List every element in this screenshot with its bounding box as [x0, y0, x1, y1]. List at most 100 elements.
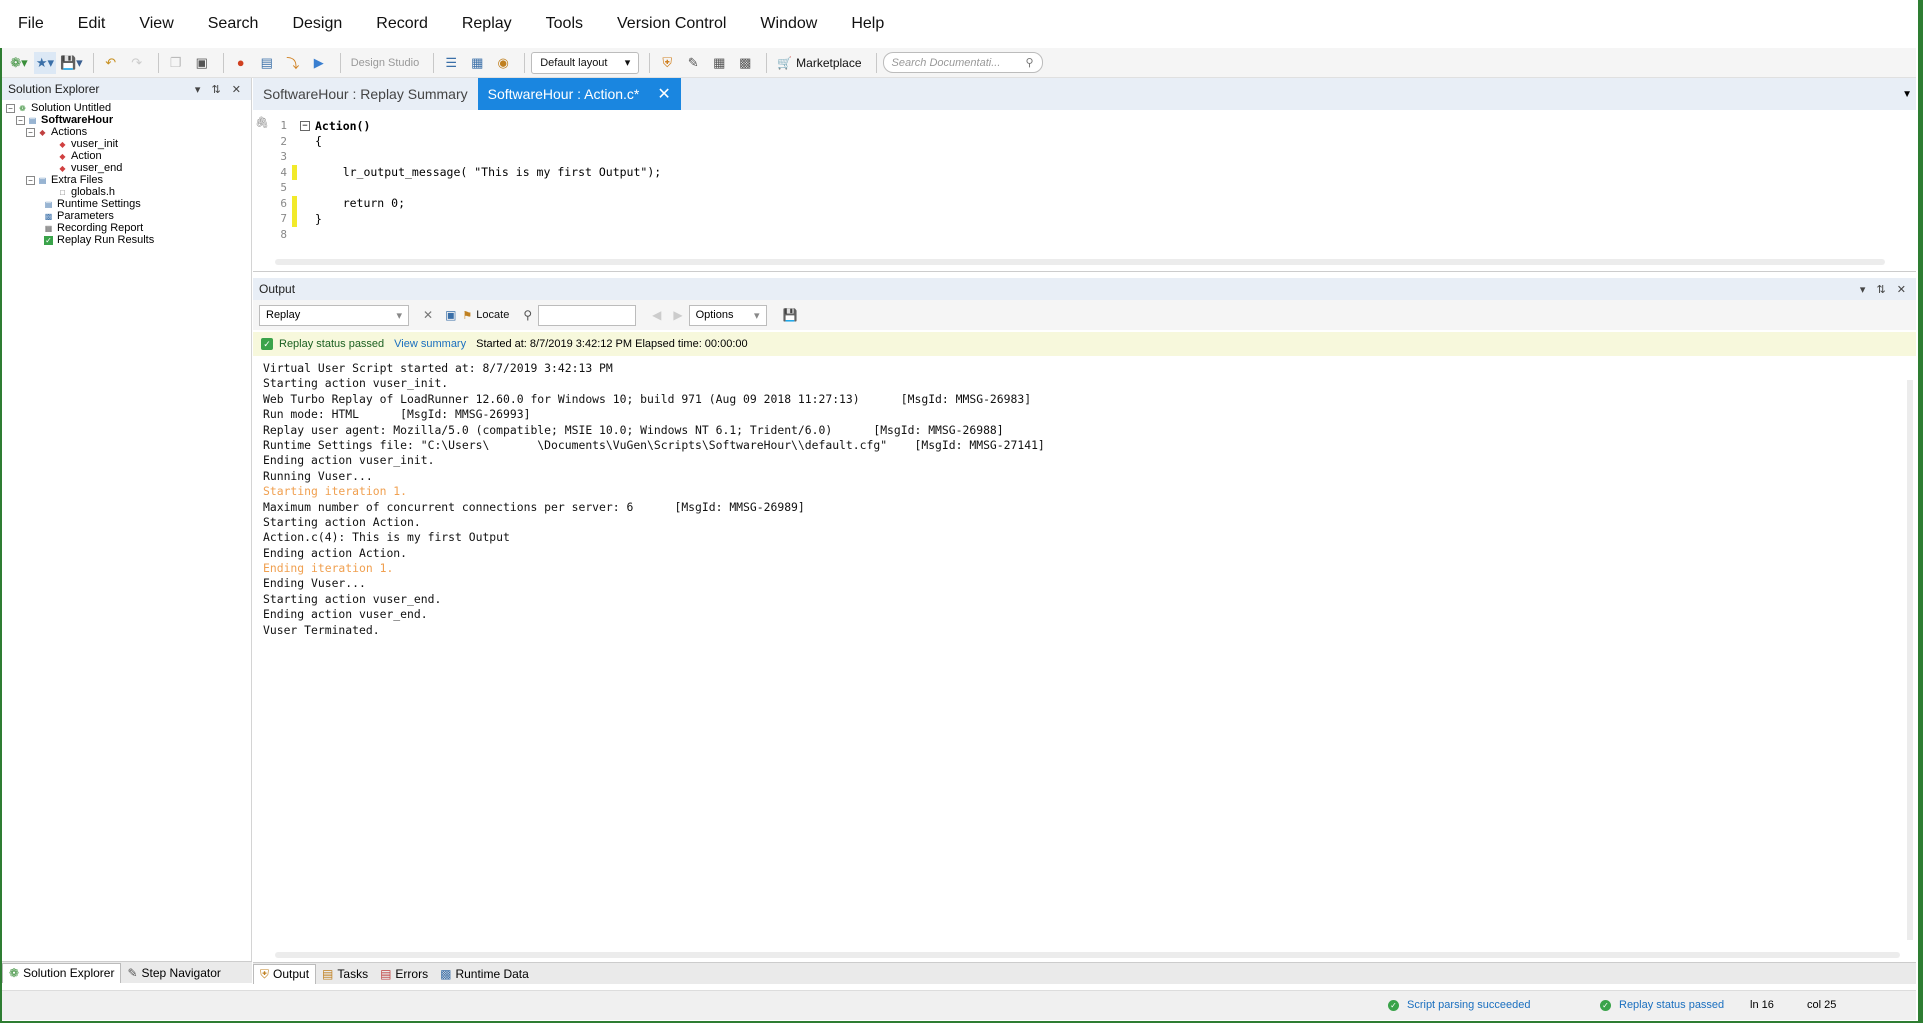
clear-icon[interactable]: ✕: [423, 308, 433, 322]
panel-controls[interactable]: ▾ ⇅ ✕: [1860, 283, 1910, 296]
locate-button[interactable]: ⚑ Locate: [462, 309, 509, 322]
output-log[interactable]: Virtual User Script started at: 8/7/2019…: [263, 361, 1903, 638]
tab-tasks[interactable]: ▤ Tasks: [316, 964, 374, 984]
editor-horizontal-scrollbar[interactable]: [275, 259, 1885, 265]
menu-version-control[interactable]: Version Control: [617, 15, 726, 33]
menu-help[interactable]: Help: [851, 15, 884, 33]
tree-node-recording-report[interactable]: ▦ Recording Report: [6, 222, 247, 234]
locate-icon: ⚑: [462, 309, 473, 322]
code-editor[interactable]: 🖇 1 2 3 4 5 6 7 8 − Action() { lr_output…: [253, 110, 1916, 272]
menu-replay[interactable]: Replay: [462, 15, 512, 33]
tree-node-globals[interactable]: □ globals.h: [6, 186, 247, 198]
tree-node-extra-files[interactable]: − ▤ Extra Files: [6, 174, 247, 186]
chevron-down-icon: ▾: [624, 57, 631, 69]
log-line: Ending Vuser...: [263, 576, 366, 591]
search-documentation-input[interactable]: Search Documentati... ⚲: [882, 52, 1043, 73]
tree-node-replay-results[interactable]: ✓ Replay Run Results: [6, 234, 247, 246]
collapse-icon[interactable]: −: [26, 175, 35, 185]
tree-node-action[interactable]: ◆ Action: [6, 150, 247, 162]
shield-icon[interactable]: ⛨: [656, 52, 678, 74]
menu-design[interactable]: Design: [292, 15, 342, 33]
left-bottom-tabs: ❁ Solution Explorer ✎ Step Navigator: [2, 961, 252, 983]
previous-icon[interactable]: ◀: [652, 308, 661, 322]
new-solution-icon[interactable]: ❁▾: [8, 52, 30, 74]
tree-node-actions[interactable]: − ◆ Actions: [6, 126, 247, 138]
parsing-status-text[interactable]: Script parsing succeeded: [1407, 999, 1531, 1011]
tree-label: Replay Run Results: [57, 234, 155, 246]
replay-step-icon[interactable]: ⤵: [282, 52, 304, 74]
tab-overflow-icon[interactable]: ▼: [1902, 89, 1912, 100]
collapse-icon[interactable]: −: [26, 127, 35, 137]
snapshot-icon[interactable]: ▦: [466, 52, 488, 74]
tree-node-solution[interactable]: − ❁ Solution Untitled: [6, 102, 247, 114]
main-toolbar: ❁▾ ★▾ 💾▾ ↶ ↷ ❐ ▣ ● ▤ ⤵ ▶ Design Studio ☰…: [2, 48, 1916, 78]
search-placeholder: Search Documentati...: [891, 56, 1001, 69]
collapse-icon[interactable]: −: [6, 103, 15, 113]
marketplace-button[interactable]: 🛒 Marketplace: [773, 52, 865, 74]
line-number-changed: 7: [253, 211, 297, 227]
outline-icon[interactable]: ☰: [440, 52, 462, 74]
view-summary-link[interactable]: View summary: [394, 338, 466, 350]
close-icon[interactable]: ✕: [657, 84, 670, 104]
file-icon: □: [60, 187, 65, 197]
tab-step-navigator[interactable]: ✎ Step Navigator: [121, 963, 226, 983]
menu-edit[interactable]: Edit: [78, 15, 106, 33]
line-number-text: ln 16: [1750, 999, 1774, 1011]
tree-node-runtime-settings[interactable]: ▤ Runtime Settings: [6, 198, 247, 210]
menu-file[interactable]: File: [18, 15, 44, 33]
zoom-icon[interactable]: ◉: [492, 52, 514, 74]
tab-errors[interactable]: ▤ Errors: [374, 964, 434, 984]
tree-node-parameters[interactable]: ▩ Parameters: [6, 210, 247, 222]
window-icon[interactable]: ▣: [191, 52, 213, 74]
tab-runtime-data[interactable]: ▩ Runtime Data: [434, 964, 535, 984]
log-line: Replay user agent: Mozilla/5.0 (compatib…: [263, 422, 1004, 437]
save-output-icon[interactable]: 💾: [783, 308, 798, 322]
menu-window[interactable]: Window: [760, 15, 817, 33]
tab-solution-explorer[interactable]: ❁ Solution Explorer: [2, 962, 122, 983]
open-icon[interactable]: ★▾: [34, 51, 56, 74]
grid-icon[interactable]: ▦: [708, 52, 730, 74]
line-number: 5: [280, 181, 287, 195]
record-icon[interactable]: ●: [230, 52, 252, 74]
action-file-icon: ◆: [59, 163, 66, 173]
menu-bar: File Edit View Search Design Record Repl…: [0, 0, 1918, 48]
line-number: 6: [280, 196, 287, 210]
tab-label: Step Navigator: [141, 965, 221, 980]
fold-icon[interactable]: −: [300, 121, 310, 131]
play-icon[interactable]: ▶: [308, 52, 330, 74]
tab-replay-summary[interactable]: SoftwareHour : Replay Summary: [253, 78, 478, 110]
save-icon[interactable]: 💾▾: [60, 52, 83, 74]
collapse-icon[interactable]: −: [16, 115, 25, 125]
output-search-input[interactable]: [538, 304, 637, 326]
copy-icon[interactable]: ❐: [165, 52, 187, 74]
tab-action-c[interactable]: SoftwareHour : Action.c* ✕: [477, 78, 681, 110]
tab-output[interactable]: ⛨ Output: [253, 963, 317, 984]
menu-record[interactable]: Record: [376, 15, 428, 33]
redo-icon[interactable]: ↷: [126, 52, 148, 74]
layout-dropdown[interactable]: Default layout ▾: [531, 51, 640, 74]
panel-icon[interactable]: ▩: [734, 52, 756, 74]
options-dropdown[interactable]: Options ▾: [688, 304, 767, 326]
log-line: Ending action vuser_end.: [263, 607, 428, 622]
panel-controls[interactable]: ▾ ⇅ ✕: [195, 83, 245, 96]
output-horizontal-scrollbar[interactable]: [275, 952, 1900, 958]
design-studio-button[interactable]: Design Studio: [347, 52, 424, 74]
tool-icon[interactable]: ✎: [682, 52, 704, 74]
output-filter-select[interactable]: Replay ▾: [259, 304, 409, 326]
menu-view[interactable]: View: [139, 15, 173, 33]
menu-tools[interactable]: Tools: [546, 15, 583, 33]
next-icon[interactable]: ▶: [673, 308, 682, 322]
search-icon[interactable]: ⚲: [523, 308, 532, 322]
expand-icon[interactable]: ▣: [445, 308, 456, 322]
tree-node-script[interactable]: − ▤ SoftwareHour: [6, 114, 247, 126]
toolbar-separator: [524, 52, 526, 73]
menu-search[interactable]: Search: [208, 15, 259, 33]
tree-node-vuser-end[interactable]: ◆ vuser_end: [6, 162, 247, 174]
undo-icon[interactable]: ↶: [100, 52, 122, 74]
compile-icon[interactable]: ▤: [256, 52, 278, 74]
output-vertical-scrollbar[interactable]: [1907, 380, 1913, 940]
tree-node-vuser-init[interactable]: ◆ vuser_init: [6, 138, 247, 150]
replay-status-text[interactable]: Replay status passed: [1619, 999, 1724, 1011]
toolbar-separator: [875, 52, 877, 73]
